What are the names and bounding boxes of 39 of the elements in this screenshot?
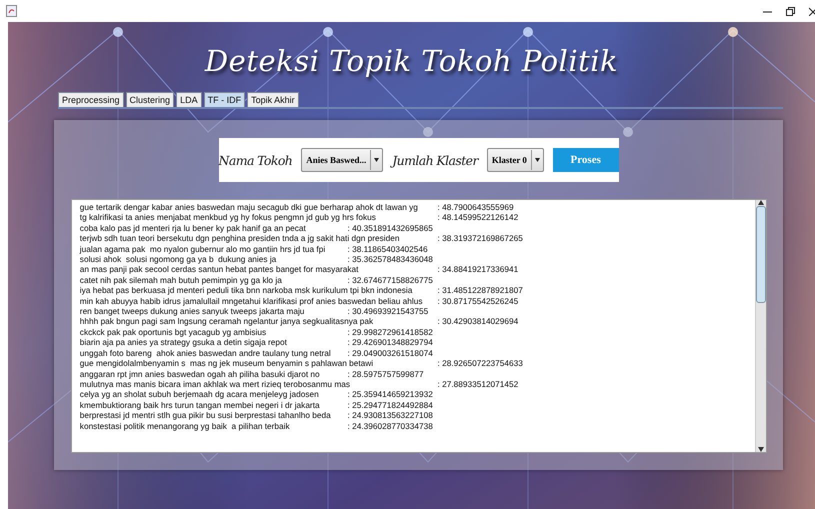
result-line: solusi ahok solusi ngomong ga ya b dukung anies ja : 35.362578483436048 (78, 254, 434, 264)
result-line: catet nih pak silemah mah butuh pemimpin yg ga klo ja : 32.674677158826775 (78, 274, 434, 286)
tab[interactable]: Preprocessing (58, 92, 124, 107)
result-line: iya hebat pas berkuasa jd menteri peduli tika bnn narkoba msk kurikulum tpi bkn indonesia : 31.485122878921807 (78, 285, 524, 296)
caret-icon[interactable] (530, 150, 543, 170)
result-line: gue mengidolalmbenyamin s mas ng jek museum benyamin s pahlawan betawi : 28.926507223754633 (78, 358, 524, 368)
close-icon[interactable] (809, 6, 815, 16)
app-icon (6, 5, 17, 17)
tab[interactable]: Clustering (126, 92, 174, 107)
result-line: terjwb sdh tuan teori bersekutu dgn penghina presiden tnda a jg sakit hati dgn presiden : 38.319372169867265 (78, 233, 524, 244)
restore-icon[interactable] (786, 6, 795, 16)
tab[interactable]: Topik Akhir (247, 92, 299, 107)
result-line: unggah foto bareng ahok anies baswedan andre taulany tung netral : 29.049003261518074 (78, 348, 434, 358)
result-line: berprestasi jd mentri stlh gua pikir bu susi berprestasi tahanlho beda : 24.930813563227108 (78, 410, 434, 421)
scroll-down-icon[interactable] (758, 447, 764, 452)
result-line: coba kalo pas jd menteri rja lu bener ky pak hanif ga an pecat : 40.351891432695865 (78, 222, 434, 234)
app-title: Deteksi Topik Tokoh Politik (204, 44, 618, 78)
result-line: ren banget tweeps dukung anies sanyuk tweeps jakarta maju : 30.49693921543755 (78, 306, 430, 316)
results-text-area[interactable] (70, 199, 766, 453)
result-line: biarin aja pa anies ya strategy gsuka a detin sigaja repot : 29.426901348829794 (78, 337, 434, 348)
result-line: hhhh pak bngun pagi sam lngsung ceramah ngelantur janya segkualitasnya pak : 30.42903814029694 (78, 316, 520, 327)
tab[interactable]: LDA (176, 92, 202, 107)
result-line: anggaran rpt jmn anies baswedan ogah ah piliha basuki djarot no : 28.5975757599877 (78, 368, 425, 379)
result-line: jualan agama pak mo nyalon gubernur alo mo gantiin hrs jd tua fpi : 38.11865403402546 (78, 244, 429, 254)
result-line: gue tertarik dengar kabar anies baswedan maju secagub dki gue berharap ahok dt lawan yg : 48.7900643555969 (78, 202, 515, 212)
scroll-thumb[interactable] (756, 206, 766, 303)
tab[interactable]: TF - IDF (204, 92, 246, 107)
result-line: an mas panji pak secool cerdas santun hebat pantes banget for masyarakat : 34.88419217336941 (78, 264, 520, 275)
cluster-dropdown[interactable]: Klaster 0 (486, 148, 544, 172)
result-line: mulutnya mas manis bicara iman akhlak wa mert rizieq terobosanmu mas : 27.88933512071452 (78, 378, 520, 390)
result-line: min kah abuyya habib idrus jamalullail mngetahui klarifikasi prof anies baswedan beliau ahlus : 30.87175542526245 (78, 296, 520, 306)
scrollbar[interactable] (754, 200, 766, 452)
result-line: kmembuktiorang baik hrs turun tangan membei negeri i dr jakarta : 25.294771824492884 (78, 400, 434, 410)
figure-dropdown[interactable]: Anies Baswed... (301, 148, 384, 172)
cluster-label: Jumlah Klaster (392, 152, 478, 168)
result-line: tg kalrifikasi ta anies menjabat menkbud yg hy fokus pengmn jd gub yg hrs fokus : 48.14599522126142 (78, 212, 520, 223)
result-line: ckckck pak pak oportunis bgt yacagub yg ambisius : 29.998272961418582 (78, 326, 434, 338)
result-line: celya yg an sholat subuh berjemaah dg acara menjeleyg jadosen : 25.359414659213932 (78, 389, 434, 400)
result-line: konstestasi politik menangorang yg baik a pilihan terbaik : 24.396028770334738 (78, 420, 434, 431)
